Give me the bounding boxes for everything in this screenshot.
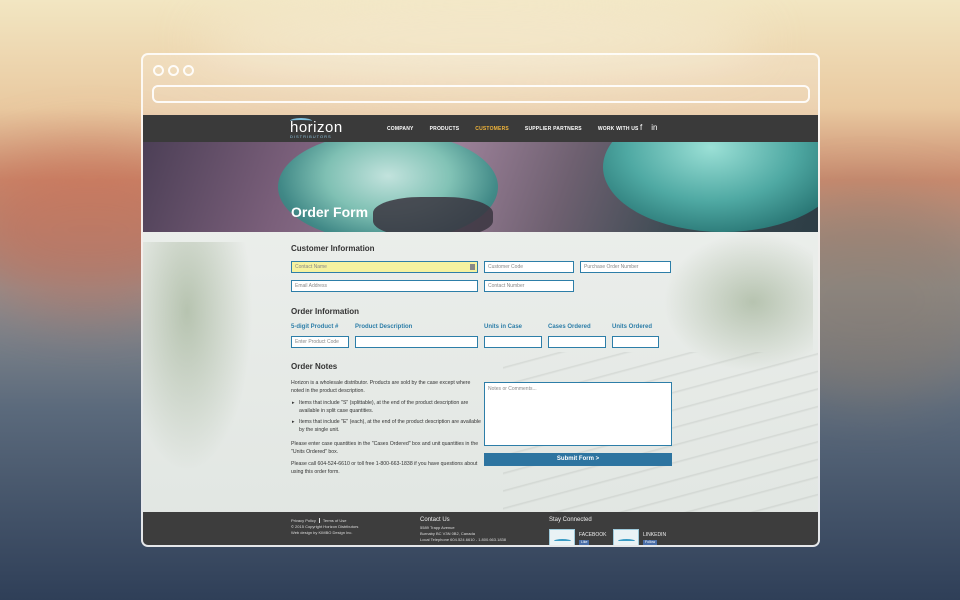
autofill-icon <box>470 264 475 270</box>
web-design-credit[interactable]: Web design by KIMBO Design Inc. <box>291 530 358 536</box>
contact-name-placeholder: Contact Name <box>295 264 327 270</box>
facebook-tile[interactable] <box>549 529 575 545</box>
contact-title: Contact Us <box>420 517 450 523</box>
submit-form-button[interactable]: Submit Form > <box>484 453 672 466</box>
col-cases-ordered: Cases Ordered <box>548 324 591 330</box>
horizon-wave-icon <box>554 539 571 543</box>
col-product-number: 5-digit Product # <box>291 324 339 330</box>
menu-item-supplier-partners[interactable]: SUPPLIER PARTNERS <box>525 126 582 132</box>
menu-item-customers[interactable]: CUSTOMERS <box>475 126 509 132</box>
order-info-title: Order Information <box>291 307 360 316</box>
menu-item-company[interactable]: COMPANY <box>387 126 414 132</box>
hero-banner: Order Form <box>143 142 818 232</box>
customer-code-placeholder: Customer Code <box>488 264 524 270</box>
linkedin-label[interactable]: LINKEDIN <box>643 532 666 538</box>
window-minimize-dot[interactable] <box>168 65 179 76</box>
terms-link[interactable]: Terms of Use <box>318 518 350 523</box>
col-units-in-case: Units in Case <box>484 324 523 330</box>
product-code-input[interactable]: Enter Product Code <box>291 336 349 348</box>
notes-bullet-splittable: Items that include "S" (splittable), at … <box>291 399 481 415</box>
cases-ordered-input[interactable] <box>548 336 606 348</box>
site-logo[interactable]: horizon DISTRIBUTORS <box>290 119 343 139</box>
phone-line: Local Telephone 604.524.6610 - 1.800.663… <box>420 537 507 542</box>
customer-info-title: Customer Information <box>291 244 375 253</box>
window-maximize-dot[interactable] <box>183 65 194 76</box>
social-links: f in <box>640 123 657 132</box>
purchase-order-input[interactable]: Purchase Order Number <box>580 261 671 273</box>
units-in-case-input[interactable] <box>484 336 542 348</box>
menu-item-work-with-us[interactable]: WORK WITH US <box>598 126 639 132</box>
linkedin-icon[interactable]: in <box>651 123 657 132</box>
facebook-like-button[interactable]: Like <box>579 540 590 545</box>
col-product-description: Product Description <box>355 324 413 330</box>
form-area: Customer Information Contact Name Custom… <box>143 232 818 512</box>
address-bar[interactable] <box>152 85 810 103</box>
menu-item-products[interactable]: PRODUCTS <box>430 126 460 132</box>
contact-name-input[interactable]: Contact Name <box>291 261 478 273</box>
col-units-ordered: Units Ordered <box>612 324 653 330</box>
site-footer: Privacy Policy Terms of Use © 2015 Copyri… <box>143 512 818 545</box>
facebook-label[interactable]: FACEBOOK <box>579 532 607 538</box>
hero-bowl-image-2 <box>603 142 818 232</box>
top-nav: horizon DISTRIBUTORS COMPANY PRODUCTS CU… <box>143 115 818 142</box>
hero-stones-image <box>373 197 493 232</box>
contact-number-placeholder: Contact Number <box>488 283 525 289</box>
order-notes-title: Order Notes <box>291 362 338 371</box>
footer-legal: Privacy Policy Terms of Use © 2015 Copyri… <box>291 518 358 536</box>
browser-window: horizon DISTRIBUTORS COMPANY PRODUCTS CU… <box>141 53 820 547</box>
notes-phone: Please call 604-524-6610 or toll free 1-… <box>291 461 478 475</box>
product-description-input[interactable] <box>355 336 478 348</box>
main-menu: COMPANY PRODUCTS CUSTOMERS SUPPLIER PART… <box>387 126 655 132</box>
background-plant <box>143 242 253 472</box>
customer-code-input[interactable]: Customer Code <box>484 261 574 273</box>
notes-quantities: Please enter case quantities in the "Cas… <box>291 441 479 455</box>
purchase-order-placeholder: Purchase Order Number <box>584 264 639 270</box>
facebook-icon[interactable]: f <box>640 123 642 132</box>
notes-placeholder: Notes or Comments... <box>488 386 537 392</box>
order-notes-text: Horizon is a wholesale distributor. Prod… <box>291 379 481 480</box>
notes-textarea[interactable]: Notes or Comments... <box>484 382 672 446</box>
notes-bullets: Items that include "S" (splittable), at … <box>291 399 481 434</box>
linkedin-tile[interactable] <box>613 529 639 545</box>
notes-intro: Horizon is a wholesale distributor. Prod… <box>291 380 471 394</box>
stay-connected-title: Stay Connected <box>549 517 592 523</box>
background-plant-2 <box>663 232 813 372</box>
product-code-placeholder: Enter Product Code <box>295 339 339 345</box>
website: horizon DISTRIBUTORS COMPANY PRODUCTS CU… <box>143 115 818 545</box>
browser-chrome <box>143 55 818 115</box>
contact-number-input[interactable]: Contact Number <box>484 280 574 292</box>
footer-contact: Contact Us 5589 Trapp Avenue Burnaby BC … <box>420 517 506 543</box>
horizon-wave-icon-2 <box>618 539 635 543</box>
email-input[interactable]: Email Address <box>291 280 478 292</box>
email-placeholder: Email Address <box>295 283 327 289</box>
notes-bullet-each: Items that include "E" (each), at the en… <box>291 418 481 434</box>
units-ordered-input[interactable] <box>612 336 659 348</box>
privacy-policy-link[interactable]: Privacy Policy <box>291 518 319 523</box>
window-close-dot[interactable] <box>153 65 164 76</box>
linkedin-follow-button[interactable]: Follow <box>643 540 658 545</box>
page-title: Order Form <box>291 204 369 220</box>
footer-social: Stay Connected <box>549 517 592 525</box>
